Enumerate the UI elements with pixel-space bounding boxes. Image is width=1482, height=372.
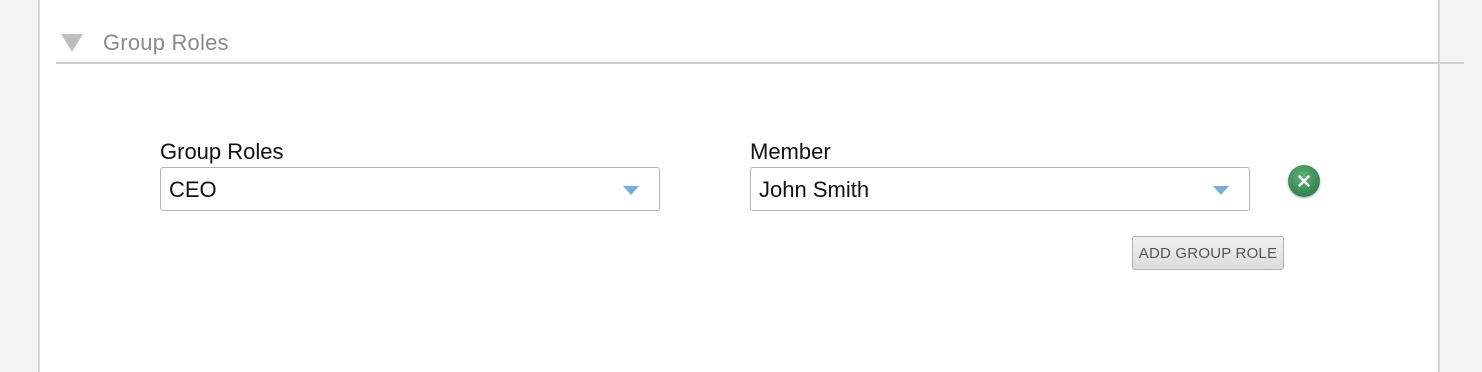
group-roles-label: Group Roles — [160, 139, 284, 164]
caret-down-icon[interactable] — [623, 186, 639, 195]
add-group-role-button[interactable]: ADD GROUP ROLE — [1132, 236, 1284, 270]
member-label: Member — [750, 139, 831, 164]
caret-down-icon[interactable] — [1213, 186, 1229, 195]
remove-group-role-button[interactable] — [1288, 165, 1320, 197]
group-roles-select[interactable]: CEO — [160, 167, 660, 211]
close-icon — [1298, 175, 1310, 187]
member-select-value: John Smith — [759, 177, 870, 202]
section-title: Group Roles — [103, 30, 229, 55]
group-roles-section-header[interactable]: Group Roles — [56, 22, 229, 64]
triangle-down-icon[interactable] — [61, 34, 83, 52]
section-divider — [56, 62, 1464, 64]
group-roles-select-value: CEO — [169, 177, 217, 202]
member-select[interactable]: John Smith — [750, 167, 1250, 211]
group-roles-panel: Group Roles Group Roles CEO Member John … — [38, 0, 1464, 372]
